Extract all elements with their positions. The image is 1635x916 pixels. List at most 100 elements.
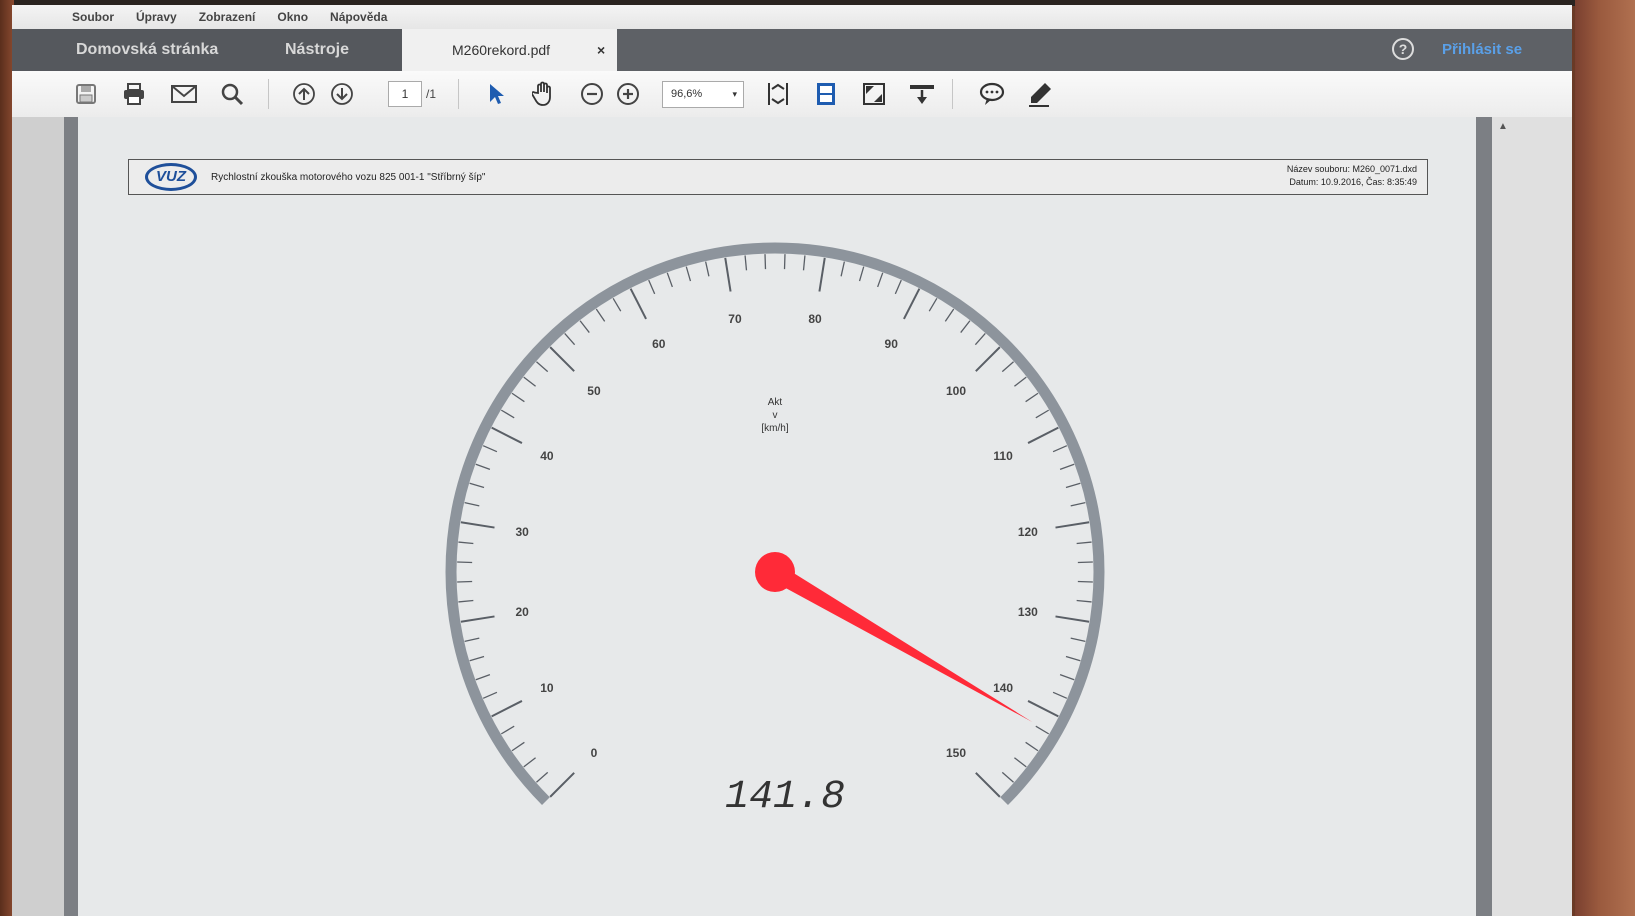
zoom-level-select[interactable]: 96,6% ▾ — [662, 81, 744, 108]
gauge-minor-tick — [612, 297, 622, 312]
page-number-input[interactable]: 1 — [388, 81, 422, 107]
gauge-major-tick — [975, 346, 1001, 372]
vertical-scrollbar[interactable] — [1492, 117, 1572, 916]
gauge-major-tick — [1055, 521, 1090, 529]
gauge-tick-label: 120 — [1018, 525, 1038, 539]
gauge-minor-tick — [1052, 445, 1068, 453]
search-icon[interactable] — [218, 80, 246, 108]
menu-bar: Soubor Úpravy Zobrazení Okno Nápověda — [12, 5, 1572, 29]
gauge-major-tick — [491, 426, 523, 444]
gauge-tick-label: 60 — [652, 337, 666, 351]
menu-item-file[interactable]: Soubor — [72, 10, 114, 24]
gauge-minor-tick — [536, 771, 549, 783]
gauge-tick-labels: 0 10 20 30 40 50 60 70 80 90 100 110 120 130 140 150 — [515, 312, 1038, 760]
fit-page-icon[interactable] — [764, 80, 792, 108]
next-page-icon[interactable] — [328, 80, 356, 108]
menu-item-edit[interactable]: Úpravy — [136, 10, 177, 24]
save-icon[interactable] — [72, 80, 100, 108]
gauge-minor-tick — [1076, 541, 1092, 545]
gauge-minor-tick — [1014, 757, 1027, 768]
gauge-minor-tick — [944, 308, 955, 322]
needle-pointer — [770, 564, 1033, 723]
print-icon[interactable] — [120, 80, 148, 108]
menu-item-view[interactable]: Zobrazení — [199, 10, 256, 24]
full-screen-icon[interactable] — [860, 80, 888, 108]
previous-page-icon[interactable] — [290, 80, 318, 108]
gauge-major-tick — [1027, 700, 1059, 718]
tab-document[interactable]: M260rekord.pdf × — [402, 29, 617, 71]
pen-icon[interactable] — [1026, 80, 1054, 108]
gauge-minor-tick — [894, 279, 902, 295]
help-icon[interactable]: ? — [1392, 38, 1414, 60]
page-total: /1 — [426, 87, 437, 101]
gauge-major-tick — [1055, 615, 1090, 623]
tab-bar: Domovská stránka Nástroje M260rekord.pdf… — [12, 29, 1572, 71]
gauge-minor-tick — [858, 266, 865, 282]
gauge-minor-tick — [1065, 655, 1081, 662]
gauge-minor-tick — [475, 463, 491, 470]
gauge-major-tick — [975, 772, 1001, 798]
gauge-minor-tick — [1001, 771, 1014, 783]
page-view-icon[interactable] — [812, 80, 840, 108]
gauge-tick-label: 110 — [993, 449, 1013, 463]
gauge-tick-label: 50 — [587, 384, 601, 398]
gauge-tick-label: 30 — [515, 525, 529, 539]
tab-tools[interactable]: Nástroje — [267, 29, 402, 71]
pdf-viewer-window: Soubor Úpravy Zobrazení Okno Nápověda Do… — [12, 5, 1572, 916]
gauge-minor-tick — [1070, 501, 1086, 507]
zoom-in-icon[interactable] — [614, 80, 642, 108]
needle-hub — [755, 552, 795, 592]
hand-tool-icon[interactable] — [530, 80, 558, 108]
gauge-tick-label: 130 — [1018, 605, 1038, 619]
gauge-tick-label: 0 — [591, 746, 598, 760]
comment-icon[interactable] — [978, 80, 1006, 108]
gauge-minor-tick — [536, 361, 549, 373]
select-cursor-icon[interactable] — [482, 80, 510, 108]
gauge-minor-tick — [464, 637, 480, 643]
gauge-minor-tick — [877, 272, 884, 288]
gauge-minor-tick — [511, 392, 525, 403]
gauge-tick-label: 90 — [885, 337, 899, 351]
gauge-minor-tick — [840, 261, 846, 277]
gauge-minor-tick — [928, 297, 938, 312]
gauge-minor-tick — [666, 272, 673, 288]
gauge-tick-label: 100 — [946, 384, 966, 398]
monitor-bezel-right — [1575, 0, 1635, 916]
zoom-out-icon[interactable] — [578, 80, 606, 108]
gauge-minor-tick — [1035, 725, 1050, 735]
gauge-needle — [755, 552, 1033, 723]
gauge-tick-label: 70 — [728, 312, 742, 326]
menu-item-help[interactable]: Nápověda — [330, 10, 387, 24]
tab-home[interactable]: Domovská stránka — [12, 29, 267, 71]
email-icon[interactable] — [170, 80, 198, 108]
gauge-minor-tick — [1025, 392, 1039, 403]
gauge-tick-label: 10 — [540, 681, 554, 695]
gauge-minor-tick — [500, 725, 515, 735]
sign-in-link[interactable]: Přihlásit se — [1442, 29, 1522, 71]
scroll-up-icon[interactable]: ▲ — [1498, 121, 1508, 132]
gauge-minor-tick — [802, 255, 806, 271]
gauge-minor-tick — [648, 279, 656, 295]
gauge-minor-tick — [974, 333, 986, 346]
gauge-minor-tick — [469, 482, 485, 489]
gauge-minor-tick — [458, 541, 474, 545]
gauge-minor-tick — [685, 266, 692, 282]
read-mode-icon[interactable] — [908, 80, 936, 108]
toolbar-separator — [268, 79, 269, 109]
speed-readout: 141.8 — [725, 775, 845, 820]
document-area: VUZ Rychlostní zkouška motorového vozu 8… — [12, 117, 1572, 916]
gauge-tick-label: 40 — [540, 449, 554, 463]
tab-close-icon[interactable]: × — [597, 29, 605, 71]
gauge-minor-tick — [579, 320, 590, 333]
gauge-minor-tick — [464, 501, 480, 507]
gauge-minor-tick — [1014, 376, 1027, 387]
menu-item-window[interactable]: Okno — [277, 10, 308, 24]
pdf-page: VUZ Rychlostní zkouška motorového vozu 8… — [78, 117, 1476, 916]
gauge-minor-tick — [1059, 463, 1075, 470]
gauge-minor-tick — [564, 333, 576, 346]
gauge-major-tick — [549, 772, 575, 798]
toolbar-separator — [952, 79, 953, 109]
gauge-minor-tick — [1001, 361, 1014, 373]
gauge-major-tick — [818, 257, 826, 292]
gauge-rim — [445, 242, 1105, 805]
